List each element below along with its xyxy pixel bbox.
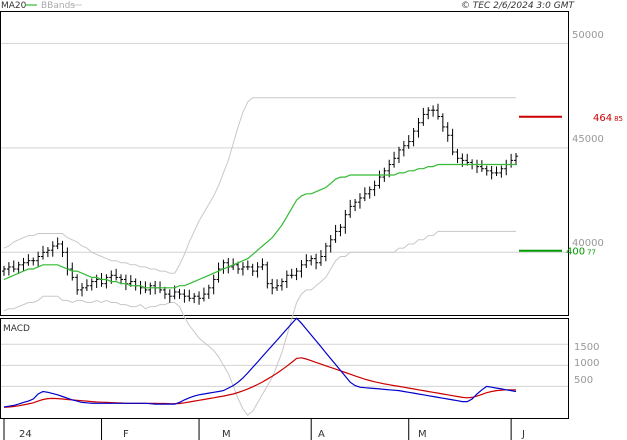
macd-title: MACD <box>3 324 30 334</box>
bband-lower <box>3 230 516 417</box>
bband-upper <box>3 97 516 274</box>
resistance-label-sub: 85 <box>614 115 623 123</box>
month-ticks <box>3 418 512 440</box>
legend-bbands: BBands <box>41 1 75 11</box>
bollinger-bands <box>3 97 516 417</box>
month-label: J <box>521 429 525 440</box>
ma20-series <box>3 163 516 289</box>
y-tick-label: 50000 <box>572 30 604 41</box>
price-bars <box>2 103 518 305</box>
macd-tick-label: 500 <box>574 375 593 386</box>
macd-lines <box>3 317 517 408</box>
month-label: M <box>418 429 427 440</box>
support-label-sub: 77 <box>587 249 596 257</box>
ma20-line <box>3 163 516 289</box>
month-label: M <box>222 429 231 440</box>
month-label: 24 <box>19 429 32 440</box>
month-label: A <box>318 429 325 440</box>
stock-chart: MA20 BBands © TEC 2/6/2024 3:0 GMT MACD … <box>0 1 623 440</box>
macd-tick-label: 1000 <box>574 358 599 369</box>
support-label: 400 77 <box>566 247 596 258</box>
price-panel-frame <box>0 11 569 316</box>
macd-tick-label: 1500 <box>574 342 599 353</box>
copyright: © TEC 2/6/2024 3:0 GMT <box>461 1 576 11</box>
support-label-main: 400 <box>566 247 585 258</box>
resistance-label-main: 464 <box>593 113 612 124</box>
legend-ma20: MA20 <box>1 1 27 11</box>
month-label: F <box>123 429 129 440</box>
resistance-label: 464 85 <box>593 113 623 124</box>
y-tick-label: 45000 <box>572 134 604 145</box>
macd-gridlines <box>1 343 568 387</box>
